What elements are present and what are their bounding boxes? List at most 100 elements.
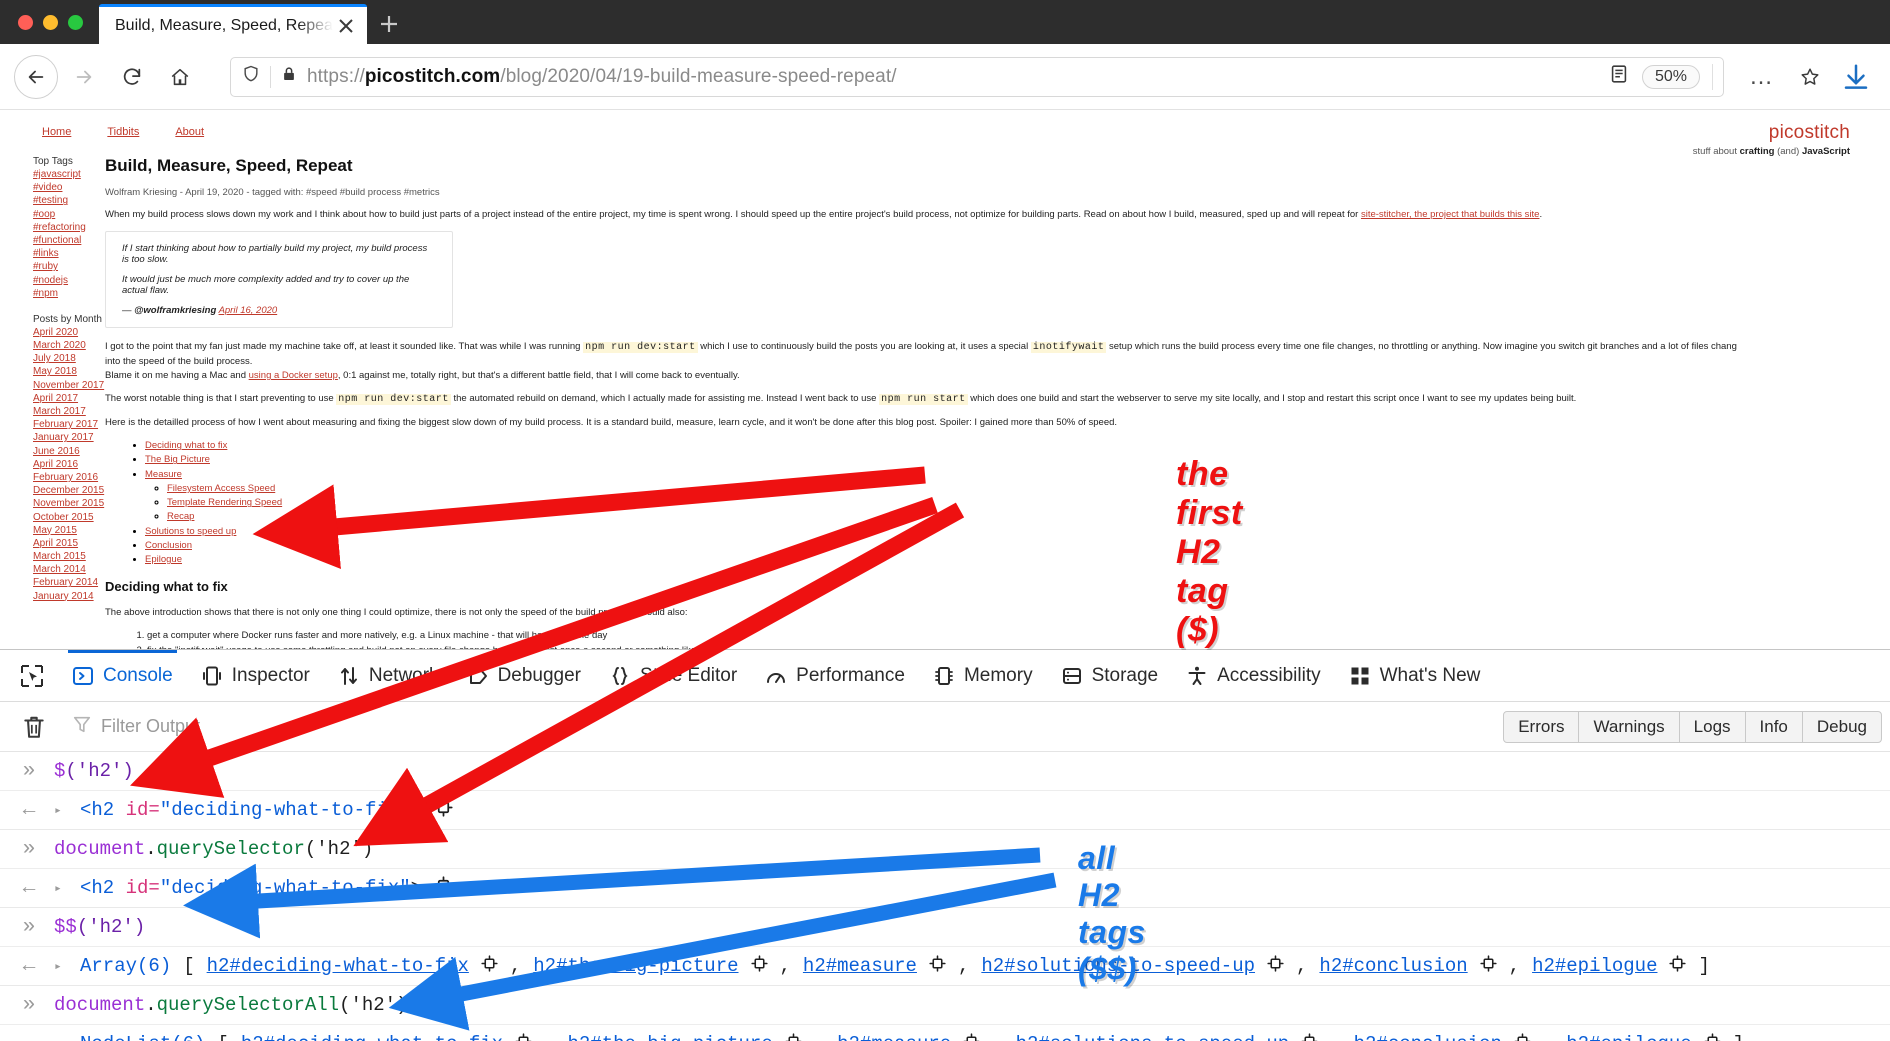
month-link[interactable]: April 2020 (33, 326, 105, 339)
zoom-level-badge[interactable]: 50% (1641, 64, 1700, 89)
month-link[interactable]: March 2014 (33, 563, 105, 576)
browser-tab[interactable]: Build, Measure, Speed, Repeat | pic (99, 4, 367, 44)
node-ref[interactable]: h2#conclusion (1319, 955, 1467, 977)
filter-chip-info[interactable]: Info (1744, 710, 1803, 743)
tag-link[interactable]: #links (33, 247, 105, 260)
tag-link[interactable]: #testing (33, 194, 105, 207)
new-tab-button[interactable] (367, 4, 411, 44)
shield-icon[interactable] (241, 64, 261, 89)
inspect-node-icon[interactable] (785, 1032, 802, 1041)
toc-link[interactable]: Epilogue (145, 554, 182, 565)
node-ref[interactable]: h2#epilogue (1566, 1033, 1691, 1041)
toc-sublink[interactable]: Recap (167, 511, 194, 522)
nav-link-home[interactable]: Home (42, 126, 71, 138)
console-input-row[interactable]: » document.querySelectorAll('h2') (0, 986, 1890, 1025)
filter-chip-warnings[interactable]: Warnings (1578, 710, 1680, 743)
expand-triangle-icon[interactable]: ▸ (54, 1037, 68, 1041)
star-icon[interactable] (1788, 55, 1832, 99)
month-link[interactable]: December 2015 (33, 484, 105, 497)
inspect-node-icon[interactable] (515, 1032, 532, 1041)
inspect-node-icon[interactable] (1267, 954, 1284, 978)
inspect-node-icon[interactable] (1301, 1032, 1318, 1041)
site-stitcher-link[interactable]: site-stitcher, the project that builds t… (1361, 209, 1539, 220)
lock-icon[interactable] (280, 65, 298, 88)
filter-chip-logs[interactable]: Logs (1678, 710, 1746, 743)
element-picker-icon[interactable] (6, 663, 58, 689)
month-link[interactable]: April 2016 (33, 458, 105, 471)
nav-link-about[interactable]: About (175, 126, 204, 138)
console-output-row[interactable]: ← ▸ <h2 id="deciding-what-to-fix"> (0, 791, 1890, 830)
month-link[interactable]: February 2014 (33, 576, 105, 589)
toc-link[interactable]: The Big Picture (145, 454, 210, 465)
brand-name[interactable]: picostitch (1693, 122, 1850, 144)
toc-sublink[interactable]: Template Rendering Speed (167, 497, 282, 508)
node-ref[interactable]: h2#measure (837, 1033, 951, 1041)
tag-link[interactable]: #javascript (33, 168, 105, 181)
filter-chip-debug[interactable]: Debug (1801, 710, 1882, 743)
inspect-node-icon[interactable] (1480, 954, 1497, 978)
node-ref[interactable]: h2#solutions-to-speed-up (1016, 1033, 1290, 1041)
tag-link[interactable]: #video (33, 181, 105, 194)
docker-setup-link[interactable]: using a Docker setup (249, 370, 338, 381)
console-output-row[interactable]: ← ▸ <h2 id="deciding-what-to-fix"> (0, 869, 1890, 908)
inspect-node-icon[interactable] (434, 797, 453, 823)
node-ref[interactable]: h2#conclusion (1354, 1033, 1502, 1041)
month-link[interactable]: February 2016 (33, 471, 105, 484)
more-options-icon[interactable]: … (1740, 55, 1784, 99)
reader-view-icon[interactable] (1608, 63, 1630, 90)
month-link[interactable]: March 2020 (33, 339, 105, 352)
month-link[interactable]: November 2017 (33, 379, 105, 392)
minimize-window-button[interactable] (43, 15, 58, 30)
nav-link-tidbits[interactable]: Tidbits (107, 126, 139, 138)
console-input-row[interactable]: » $('h2') (0, 752, 1890, 791)
tab-network[interactable]: Network (324, 650, 453, 702)
tab-performance[interactable]: Performance (751, 650, 919, 702)
month-link[interactable]: April 2017 (33, 392, 105, 405)
expand-triangle-icon[interactable]: ▸ (54, 881, 68, 896)
month-link[interactable]: July 2018 (33, 352, 105, 365)
tag-link[interactable]: #nodejs (33, 274, 105, 287)
inspect-node-icon[interactable] (1669, 954, 1687, 978)
inspect-node-icon[interactable] (434, 875, 453, 901)
month-link[interactable]: May 2015 (33, 524, 105, 537)
expand-triangle-icon[interactable]: ▸ (54, 803, 68, 818)
inspect-node-icon[interactable] (929, 954, 946, 978)
node-ref[interactable]: h2#the-big-picture (567, 1033, 772, 1041)
inspect-node-icon[interactable] (963, 1032, 980, 1041)
tab-storage[interactable]: Storage (1047, 650, 1173, 702)
toc-link[interactable]: Solutions to speed up (145, 526, 236, 537)
tag-link[interactable]: #refactoring (33, 221, 105, 234)
toc-link[interactable]: Deciding what to fix (145, 440, 227, 451)
home-icon[interactable] (158, 55, 202, 99)
node-ref[interactable]: h2#deciding-what-to-fix (207, 955, 469, 977)
maximize-window-button[interactable] (68, 15, 83, 30)
month-link[interactable]: January 2017 (33, 431, 105, 444)
node-ref[interactable]: h2#deciding-what-to-fix (241, 1033, 503, 1041)
month-link[interactable]: April 2015 (33, 537, 105, 550)
inspect-node-icon[interactable] (1704, 1032, 1721, 1041)
reload-icon[interactable] (110, 55, 154, 99)
node-ref[interactable]: h2#epilogue (1532, 955, 1657, 977)
close-tab-icon[interactable] (335, 15, 357, 37)
tab-memory[interactable]: Memory (919, 650, 1047, 702)
expand-triangle-icon[interactable]: ▸ (54, 959, 68, 974)
clear-console-icon[interactable] (8, 714, 60, 740)
tag-link[interactable]: #ruby (33, 260, 105, 273)
url-bar[interactable]: https://picostitch.com/blog/2020/04/19-b… (230, 56, 1724, 97)
inspect-node-icon[interactable] (750, 954, 768, 978)
filter-output-field[interactable]: Filter Output (72, 714, 200, 739)
node-ref[interactable]: h2#the-big-picture (533, 955, 738, 977)
tab-accessibility[interactable]: Accessibility (1172, 650, 1334, 702)
month-link[interactable]: March 2017 (33, 405, 105, 418)
month-link[interactable]: January 2014 (33, 590, 105, 603)
toc-link[interactable]: Conclusion (145, 540, 192, 551)
toc-sublink[interactable]: Filesystem Access Speed (167, 483, 275, 494)
inspect-node-icon[interactable] (481, 954, 498, 978)
tab-whats-new[interactable]: What's New (1335, 650, 1495, 702)
tab-debugger[interactable]: Debugger (453, 650, 595, 702)
tag-link[interactable]: #functional (33, 234, 105, 247)
close-window-button[interactable] (18, 15, 33, 30)
month-link[interactable]: February 2017 (33, 418, 105, 431)
month-link[interactable]: May 2018 (33, 365, 105, 378)
tab-style-editor[interactable]: Style Editor (595, 650, 751, 702)
